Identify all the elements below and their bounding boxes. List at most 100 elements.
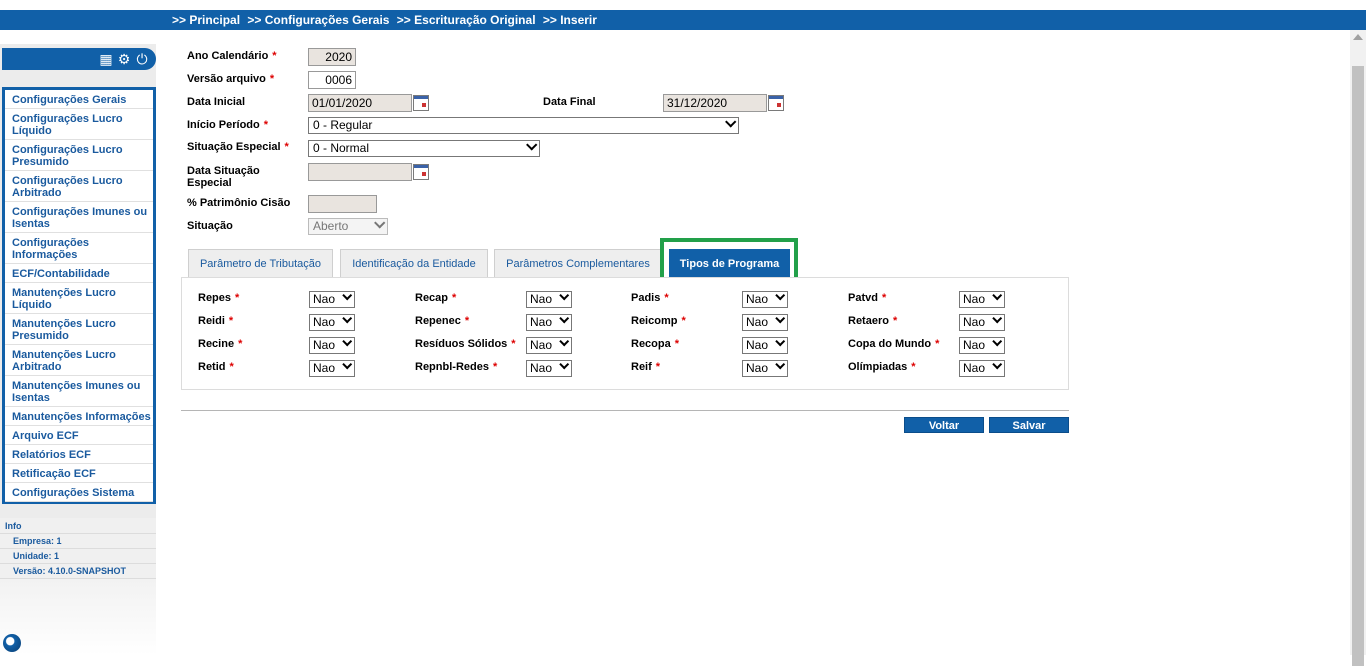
calendar-icon[interactable] (768, 95, 784, 111)
sidebar-item-configuracoes-lucro-presumido[interactable]: Configurações Lucro Presumido (5, 140, 153, 171)
sidebar-header: ▦ ⚙ ⏻ (2, 48, 156, 70)
info-unidade: Unidade: 1 (0, 549, 156, 564)
chevron-down-icon (775, 336, 786, 347)
chevron-down-icon (992, 290, 1003, 301)
data-final-input[interactable]: 31/12/2020 (663, 94, 767, 112)
padis-label: Padis * (631, 292, 669, 304)
reicomp-select[interactable]: Nao (742, 313, 788, 331)
repenec-label: Repenec * (415, 315, 470, 327)
info-versao: Versão: 4.10.0-SNAPSHOT (0, 564, 156, 579)
top-strip (0, 0, 1366, 10)
reidi-label: Reidi * (198, 315, 234, 327)
situacao-especial-value: 0 - Normal (313, 141, 370, 155)
data-situacao-especial-input[interactable] (308, 163, 412, 181)
tab-parametro-tributacao[interactable]: Parâmetro de Tributação (188, 249, 333, 278)
sidebar-item-manutencoes-informacoes[interactable]: Manutenções Informações (5, 407, 153, 426)
patvd-label: Patvd * (848, 292, 887, 304)
chevron-down-icon (342, 313, 353, 324)
sidebar-item-relatorios-ecf[interactable]: Relatórios ECF (5, 445, 153, 464)
data-inicial-label: Data Inicial (187, 96, 246, 108)
repnbl-redes-label: Repnbl-Redes * (415, 361, 498, 373)
chevron-down-icon (374, 217, 386, 229)
retid-select[interactable]: Nao (309, 359, 355, 377)
patvd-select[interactable]: Nao (959, 290, 1005, 308)
ano-calendario-label: Ano Calendário * (187, 50, 277, 62)
chevron-down-icon (775, 290, 786, 301)
inicio-periodo-label: Início Período * (187, 119, 269, 131)
data-situacao-especial-label: Data Situação Especial (187, 165, 260, 189)
recine-label: Recine * (198, 338, 243, 350)
sidebar-item-arquivo-ecf[interactable]: Arquivo ECF (5, 426, 153, 445)
recopa-label: Recopa * (631, 338, 680, 350)
vertical-scrollbar[interactable] (1350, 30, 1366, 666)
recap-select[interactable]: Nao (526, 290, 572, 308)
patrimonio-cisao-input[interactable] (308, 195, 377, 213)
sidebar-item-configuracoes-lucro-arbitrado[interactable]: Configurações Lucro Arbitrado (5, 171, 153, 202)
sidebar-item-manutencoes-lucro-presumido[interactable]: Manutenções Lucro Presumido (5, 314, 153, 345)
sidebar-item-manutencoes-lucro-arbitrado[interactable]: Manutenções Lucro Arbitrado (5, 345, 153, 376)
repes-select[interactable]: Nao (309, 290, 355, 308)
versao-arquivo-input[interactable]: 0006 (308, 71, 356, 89)
recine-select[interactable]: Nao (309, 336, 355, 354)
power-icon[interactable]: ⏻ (134, 51, 150, 67)
situacao-especial-select[interactable]: 0 - Normal (308, 139, 540, 157)
breadcrumb-principal[interactable]: >> Principal (172, 13, 240, 27)
inicio-periodo-value: 0 - Regular (313, 118, 373, 132)
sidebar-item-configuracoes-sistema[interactable]: Configurações Sistema (5, 483, 153, 502)
olimpiadas-select[interactable]: Nao (959, 359, 1005, 377)
voltar-button[interactable]: Voltar (904, 417, 984, 433)
chevron-down-icon (559, 336, 570, 347)
sidebar-item-configuracoes-imunes-isentas[interactable]: Configurações Imunes ou Isentas (5, 202, 153, 233)
form-divider (181, 410, 1069, 411)
sidebar-item-configuracoes-gerais[interactable]: Configurações Gerais (5, 90, 153, 109)
reif-select[interactable]: Nao (742, 359, 788, 377)
sidebar-item-configuracoes-informacoes[interactable]: Configurações Informações (5, 233, 153, 264)
scrollbar-thumb[interactable] (1352, 66, 1364, 666)
residuos-solidos-select[interactable]: Nao (526, 336, 572, 354)
scroll-up-arrow-icon[interactable] (1353, 34, 1363, 40)
chevron-down-icon (342, 336, 353, 347)
tab-identificacao-entidade[interactable]: Identificação da Entidade (340, 249, 488, 278)
ano-calendario-input[interactable]: 2020 (308, 48, 356, 66)
sidebar-menu: Configurações Gerais Configurações Lucro… (2, 87, 156, 504)
repes-label: Repes * (198, 292, 240, 304)
info-empresa: Empresa: 1 (0, 534, 156, 549)
tab-parametros-complementares[interactable]: Parâmetros Complementares (494, 249, 662, 278)
breadcrumb-configuracoes-gerais[interactable]: >> Configurações Gerais (247, 13, 389, 27)
sidebar-item-manutencoes-lucro-liquido[interactable]: Manutenções Lucro Líquido (5, 283, 153, 314)
reidi-select[interactable]: Nao (309, 313, 355, 331)
calendar-icon[interactable] (413, 164, 429, 180)
situacao-select: Aberto (308, 217, 388, 235)
breadcrumb-escrituracao-original[interactable]: >> Escrituração Original (397, 13, 536, 27)
situacao-especial-label: Situação Especial * (187, 141, 289, 153)
sidebar-item-configuracoes-lucro-liquido[interactable]: Configurações Lucro Líquido (5, 109, 153, 140)
data-inicial-input[interactable]: 01/01/2020 (308, 94, 412, 112)
report-icon[interactable]: ▦ (98, 51, 114, 67)
repenec-select[interactable]: Nao (526, 313, 572, 331)
olimpiadas-label: Olímpiadas * (848, 361, 916, 373)
retaero-label: Retaero * (848, 315, 898, 327)
copa-do-mundo-select[interactable]: Nao (959, 336, 1005, 354)
sidebar-item-ecf-contabilidade[interactable]: ECF/Contabilidade (5, 264, 153, 283)
salvar-button[interactable]: Salvar (989, 417, 1069, 433)
repnbl-redes-select[interactable]: Nao (526, 359, 572, 377)
gear-icon[interactable]: ⚙ (116, 51, 132, 67)
reicomp-label: Reicomp * (631, 315, 686, 327)
retid-label: Retid * (198, 361, 234, 373)
sidebar-item-retificacao-ecf[interactable]: Retificação ECF (5, 464, 153, 483)
calendar-icon[interactable] (413, 95, 429, 111)
versao-arquivo-label: Versão arquivo * (187, 73, 275, 85)
data-final-label: Data Final (543, 96, 596, 108)
inicio-periodo-select[interactable]: 0 - Regular (308, 116, 739, 134)
info-title: Info (0, 518, 156, 534)
retaero-select[interactable]: Nao (959, 313, 1005, 331)
recopa-select[interactable]: Nao (742, 336, 788, 354)
chevron-down-icon (559, 313, 570, 324)
sidebar-item-manutencoes-imunes-isentas[interactable]: Manutenções Imunes ou Isentas (5, 376, 153, 407)
padis-select[interactable]: Nao (742, 290, 788, 308)
breadcrumb-inserir: >> Inserir (542, 13, 597, 27)
reif-label: Reif * (631, 361, 661, 373)
breadcrumb: >> Principal >> Configurações Gerais >> … (0, 10, 1366, 30)
chevron-down-icon (992, 359, 1003, 370)
info-block: Info Empresa: 1 Unidade: 1 Versão: 4.10.… (0, 518, 156, 579)
